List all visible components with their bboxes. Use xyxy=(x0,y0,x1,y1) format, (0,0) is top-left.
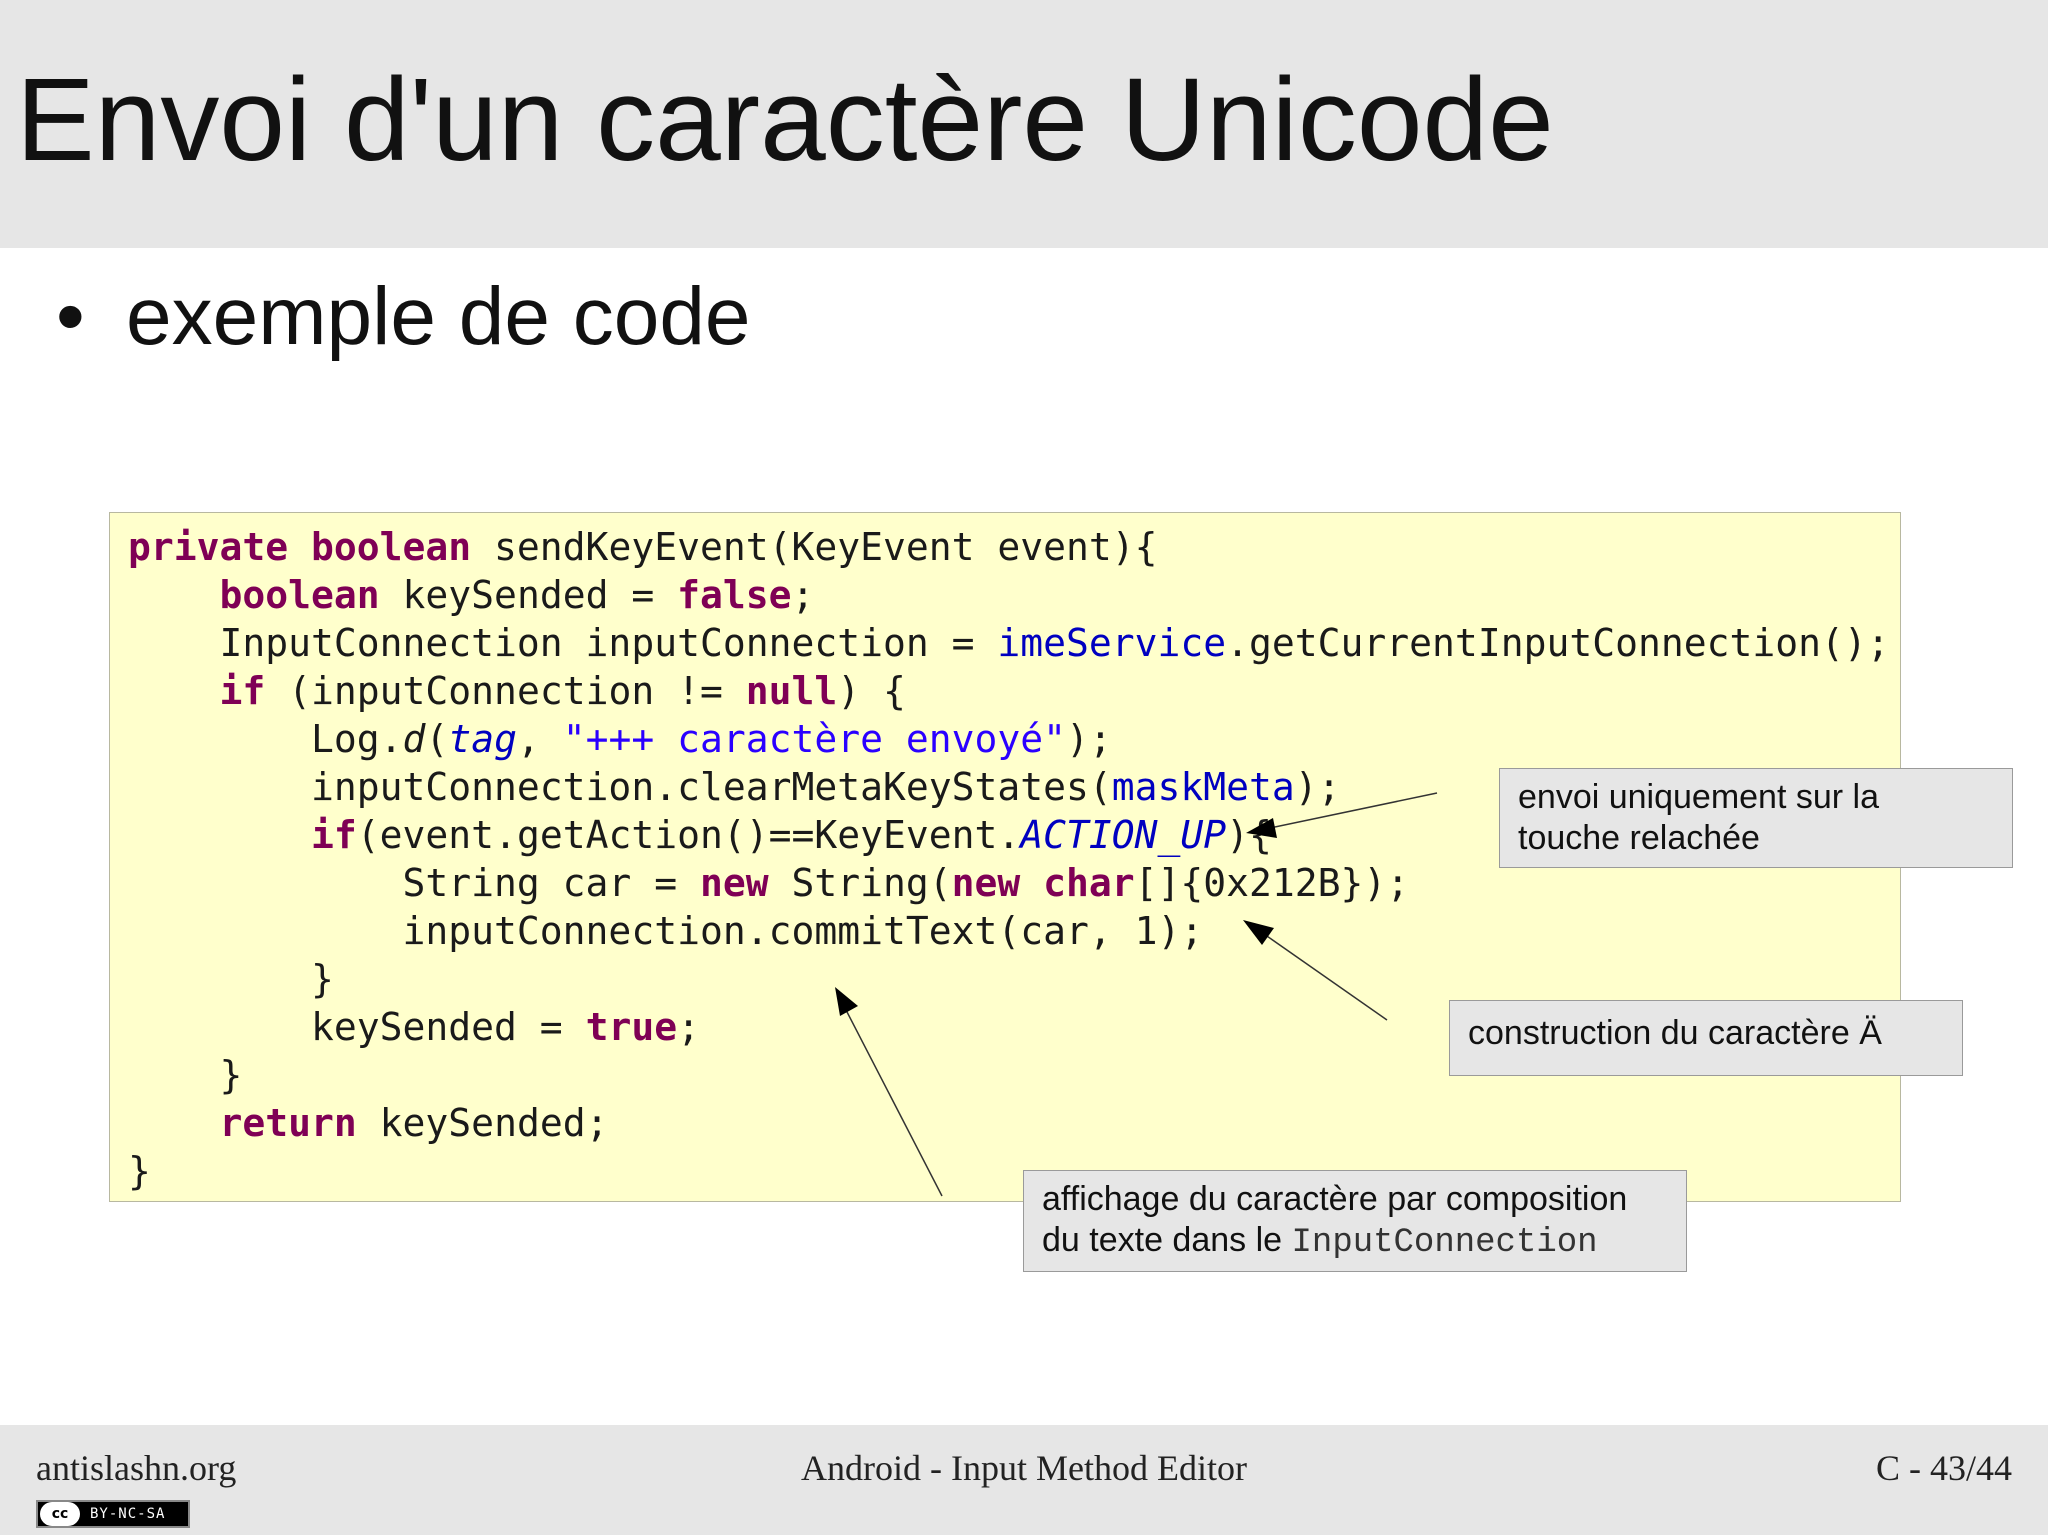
annotation-key-release: envoi uniquement sur la touche relachée xyxy=(1499,768,2013,868)
annotation-key-release-line2: touche relachée xyxy=(1518,819,1760,857)
annotation-commit-text-line2: du texte dans le InputConnection xyxy=(1042,1220,1668,1264)
arrow-head-relachee xyxy=(1246,818,1277,838)
annotation-commit-text-prefix: du texte dans le xyxy=(1042,1221,1292,1259)
license-badge: cc BY-NC-SA xyxy=(36,1500,190,1528)
annotation-commit-text-code: InputConnection xyxy=(1291,1224,1598,1262)
annotation-char-construction: construction du caractère Ä xyxy=(1449,1000,1963,1076)
license-text: BY-NC-SA xyxy=(90,1506,166,1522)
arrow-line-affichage xyxy=(845,1009,943,1197)
footer: antislashn.org Android - Input Method Ed… xyxy=(0,1425,2048,1535)
arrow-head-affichage xyxy=(835,987,858,1016)
annotation-commit-text: affichage du caractère par composition d… xyxy=(1023,1170,1687,1272)
arrow-line-construction xyxy=(1263,933,1388,1021)
cc-icon: cc xyxy=(40,1502,80,1526)
annotation-char-construction-text: construction du caractère Ä xyxy=(1468,1014,1882,1052)
arrow-line-relachee xyxy=(1269,792,1438,829)
annotation-commit-text-line1: affichage du caractère par composition xyxy=(1042,1180,1628,1218)
footer-page-number: C - 43/44 xyxy=(1875,1448,2012,1488)
arrow-head-construction xyxy=(1243,920,1274,945)
footer-course-title: Android - Input Method Editor xyxy=(801,1448,1247,1488)
annotation-key-release-line1: envoi uniquement sur la xyxy=(1518,778,1880,816)
